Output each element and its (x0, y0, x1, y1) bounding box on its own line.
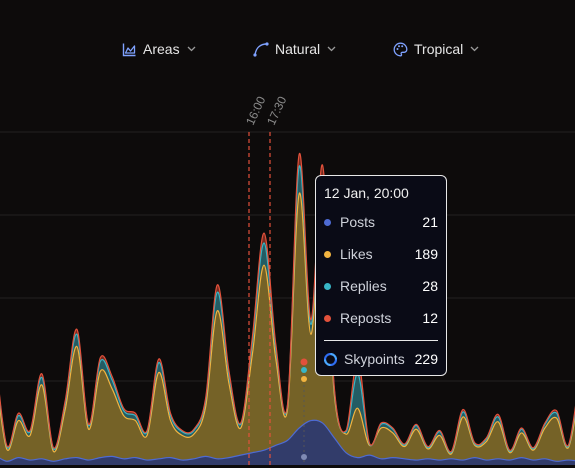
tooltip-divider (324, 340, 438, 341)
tooltip-label: Posts (340, 214, 376, 230)
line-reposts (0, 153, 575, 453)
tooltip-title: 12 Jan, 20:00 (324, 185, 409, 201)
hover-dot-likes (301, 376, 307, 382)
tooltip-value: 189 (414, 246, 438, 262)
hover-dot-replies (301, 367, 307, 373)
tooltip-value: 21 (422, 214, 438, 230)
tooltip-row-replies: Replies 28 (324, 277, 438, 295)
tooltip-total-row: Skypoints 229 (324, 350, 438, 368)
posts-dot (324, 218, 331, 226)
area-likes (0, 193, 575, 465)
tooltip-value: 12 (422, 310, 438, 326)
tooltip-label: Likes (340, 246, 373, 262)
hover-dot-reposts (300, 358, 308, 366)
tooltip-total-value: 229 (414, 351, 438, 367)
time-marker-label: 17:30 (264, 94, 290, 127)
tooltip-value: 28 (422, 278, 438, 294)
data-tooltip: 12 Jan, 20:00 Posts 21 Likes 189 Replies… (315, 175, 447, 376)
tooltip-row-posts: Posts 21 (324, 213, 438, 231)
reposts-dot (324, 314, 331, 322)
tooltip-total-label: Skypoints (344, 351, 405, 367)
tooltip-row-likes: Likes 189 (324, 245, 438, 263)
likes-dot (324, 250, 331, 258)
stacked-area-chart[interactable]: 16:0017:30 (0, 0, 575, 468)
hover-dot-posts (301, 454, 307, 460)
tooltip-row-reposts: Reposts 12 (324, 309, 438, 327)
skypoints-icon (324, 352, 337, 366)
tooltip-label: Reposts (340, 310, 392, 326)
replies-dot (324, 282, 331, 290)
tooltip-label: Replies (340, 278, 387, 294)
